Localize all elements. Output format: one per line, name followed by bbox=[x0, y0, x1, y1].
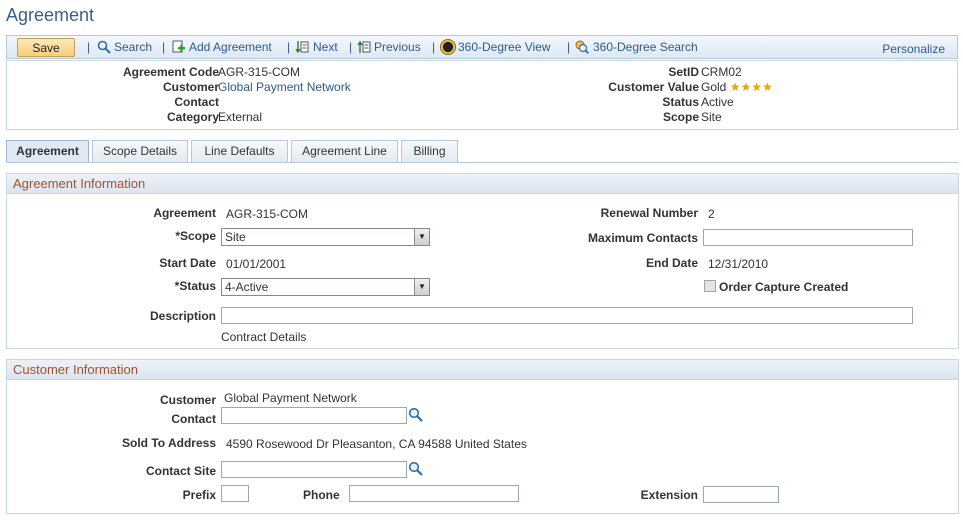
sold-to-address-label: Sold To Address bbox=[121, 436, 216, 450]
tab-scope-details[interactable]: Scope Details bbox=[92, 140, 188, 162]
agreement-label: Agreement bbox=[153, 206, 216, 220]
setid-value: CRM02 bbox=[701, 65, 742, 79]
customer-value-rating: Gold ★★★★ bbox=[701, 80, 773, 94]
search-360-icon[interactable] bbox=[575, 40, 589, 54]
next-link[interactable]: Next bbox=[313, 40, 338, 54]
status-select[interactable]: 4-Active ▼ bbox=[221, 278, 430, 296]
tab-divider bbox=[6, 162, 958, 163]
contact-input[interactable] bbox=[221, 407, 407, 424]
scope-field-label: *Scope bbox=[175, 229, 216, 243]
prefix-label: Prefix bbox=[182, 488, 216, 502]
description-input[interactable] bbox=[221, 307, 913, 324]
toolbar-separator: | bbox=[287, 40, 291, 54]
search-360-link[interactable]: 360-Degree Search bbox=[593, 40, 698, 54]
description-label: Description bbox=[149, 309, 216, 323]
previous-icon[interactable] bbox=[357, 40, 371, 54]
extension-input[interactable] bbox=[703, 486, 779, 503]
agreement-value: AGR-315-COM bbox=[226, 207, 309, 221]
contact-field-label: Contact bbox=[171, 412, 216, 426]
start-date-label: Start Date bbox=[159, 256, 216, 270]
maximum-contacts-label: Maximum Contacts bbox=[587, 231, 698, 245]
tab-line-defaults[interactable]: Line Defaults bbox=[191, 140, 288, 162]
toolbar: Save | Search | Add Agreement | Next | P… bbox=[6, 35, 958, 59]
start-date-value: 01/01/2001 bbox=[226, 257, 287, 271]
star-rating-icon: ★★★★ bbox=[729, 80, 773, 94]
phone-label: Phone bbox=[303, 488, 340, 502]
status-value: Active bbox=[701, 95, 734, 109]
end-date-label: End Date bbox=[645, 256, 698, 270]
chevron-down-icon[interactable]: ▼ bbox=[414, 279, 429, 295]
tab-agreement[interactable]: Agreement bbox=[6, 140, 89, 163]
scope-select[interactable]: Site ▼ bbox=[221, 228, 430, 246]
add-agreement-link[interactable]: Add Agreement bbox=[189, 40, 272, 54]
customer-link[interactable]: Global Payment Network bbox=[218, 80, 351, 94]
scope-label: Scope bbox=[662, 110, 699, 124]
toolbar-separator: | bbox=[567, 40, 571, 54]
contract-details-link[interactable]: Contract Details bbox=[221, 330, 306, 344]
sold-to-address-value: 4590 Rosewood Dr Pleasanton, CA 94588 Un… bbox=[226, 437, 527, 451]
extension-label: Extension bbox=[640, 488, 698, 502]
toolbar-separator: | bbox=[162, 40, 166, 54]
chevron-down-icon[interactable]: ▼ bbox=[414, 229, 429, 245]
end-date-value: 12/31/2010 bbox=[708, 257, 769, 271]
order-capture-label: Order Capture Created bbox=[719, 280, 849, 294]
status-label: Status bbox=[662, 95, 699, 109]
tab-billing[interactable]: Billing bbox=[401, 140, 458, 162]
agreement-information-title: Agreement Information bbox=[7, 174, 958, 194]
toolbar-separator: | bbox=[349, 40, 353, 54]
contact-site-label: Contact Site bbox=[145, 464, 216, 478]
setid-label: SetID bbox=[668, 65, 699, 79]
agreement-information-section: Agreement Information Agreement AGR-315-… bbox=[6, 173, 959, 349]
tab-agreement-line[interactable]: Agreement Line bbox=[291, 140, 398, 162]
search-link[interactable]: Search bbox=[114, 40, 152, 54]
next-icon[interactable] bbox=[295, 40, 309, 54]
scope-value: Site bbox=[701, 110, 722, 124]
lookup-icon[interactable] bbox=[408, 461, 424, 477]
customer-field-label: Customer bbox=[159, 393, 216, 407]
status-select-value: 4-Active bbox=[225, 280, 269, 294]
agreement-summary: Agreement Code AGR-315-COM Customer Glob… bbox=[6, 60, 958, 130]
lookup-icon[interactable] bbox=[408, 407, 424, 423]
category-value: External bbox=[218, 110, 263, 124]
contact-site-input[interactable] bbox=[221, 461, 407, 478]
customer-information-title: Customer Information bbox=[7, 360, 958, 380]
renewal-number-label: Renewal Number bbox=[600, 206, 698, 220]
customer-information-section: Customer Information Customer Global Pay… bbox=[6, 359, 959, 514]
previous-link[interactable]: Previous bbox=[374, 40, 421, 54]
save-button[interactable]: Save bbox=[17, 38, 75, 57]
page-title: Agreement bbox=[6, 5, 95, 25]
toolbar-separator: | bbox=[432, 40, 436, 54]
tab-bar: Agreement Scope Details Line Defaults Ag… bbox=[6, 140, 958, 163]
scope-select-value: Site bbox=[225, 230, 246, 244]
agreement-code-label: Agreement Code bbox=[122, 65, 219, 79]
agreement-code-value: AGR-315-COM bbox=[218, 65, 301, 79]
category-label: Category bbox=[166, 110, 219, 124]
add-icon[interactable] bbox=[172, 40, 186, 54]
customer-field-link[interactable]: Global Payment Network bbox=[224, 391, 357, 405]
customer-label: Customer bbox=[162, 80, 219, 94]
phone-input[interactable] bbox=[349, 485, 519, 502]
customer-value-text: Gold bbox=[701, 80, 727, 94]
order-capture-checkbox[interactable] bbox=[704, 280, 716, 292]
search-icon[interactable] bbox=[97, 40, 111, 54]
contact-label: Contact bbox=[174, 95, 219, 109]
renewal-number-value: 2 bbox=[708, 207, 715, 221]
personalize-link[interactable]: Personalize bbox=[882, 42, 945, 56]
customer-value-label: Customer Value bbox=[608, 80, 699, 94]
prefix-input[interactable] bbox=[221, 485, 249, 502]
maximum-contacts-input[interactable] bbox=[703, 229, 913, 246]
view-360-icon[interactable] bbox=[440, 39, 456, 55]
status-field-label: *Status bbox=[174, 279, 216, 293]
toolbar-separator: | bbox=[87, 40, 91, 54]
view-360-link[interactable]: 360-Degree View bbox=[458, 40, 551, 54]
